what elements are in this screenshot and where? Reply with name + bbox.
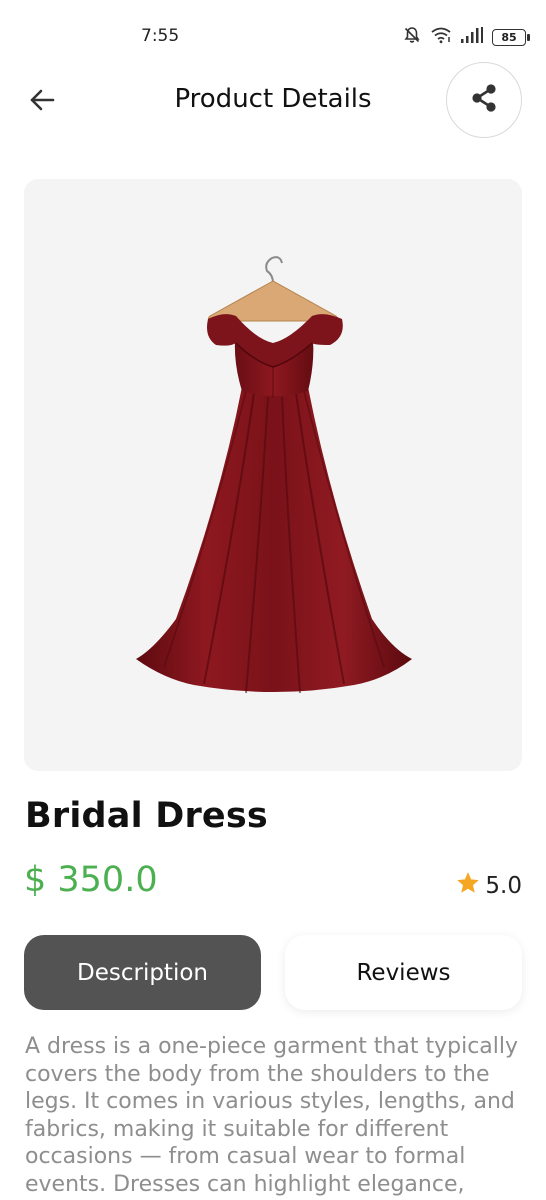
product-image (136, 256, 412, 694)
rating-value: 5.0 (485, 873, 522, 899)
description-text: A dress is a one-piece garment that typi… (25, 1034, 519, 1200)
product-rating: 5.0 (455, 870, 522, 902)
tab-description[interactable]: Description (24, 935, 261, 1010)
app-bar: Product Details (0, 62, 546, 138)
product-image-card (24, 179, 522, 771)
signal-icon (461, 27, 483, 47)
star-icon (455, 870, 481, 902)
share-icon (468, 82, 500, 118)
share-button[interactable] (446, 62, 522, 138)
tab-row: Description Reviews (24, 935, 522, 1011)
battery-icon: 85 (492, 28, 530, 46)
tab-reviews[interactable]: Reviews (285, 935, 522, 1010)
status-icons: 85 (403, 26, 530, 48)
mute-bell-icon (403, 26, 421, 48)
wifi-icon (430, 26, 452, 48)
product-name: Bridal Dress (25, 796, 268, 836)
status-time: 7:55 (141, 26, 180, 46)
product-price: $ 350.0 (24, 860, 158, 900)
